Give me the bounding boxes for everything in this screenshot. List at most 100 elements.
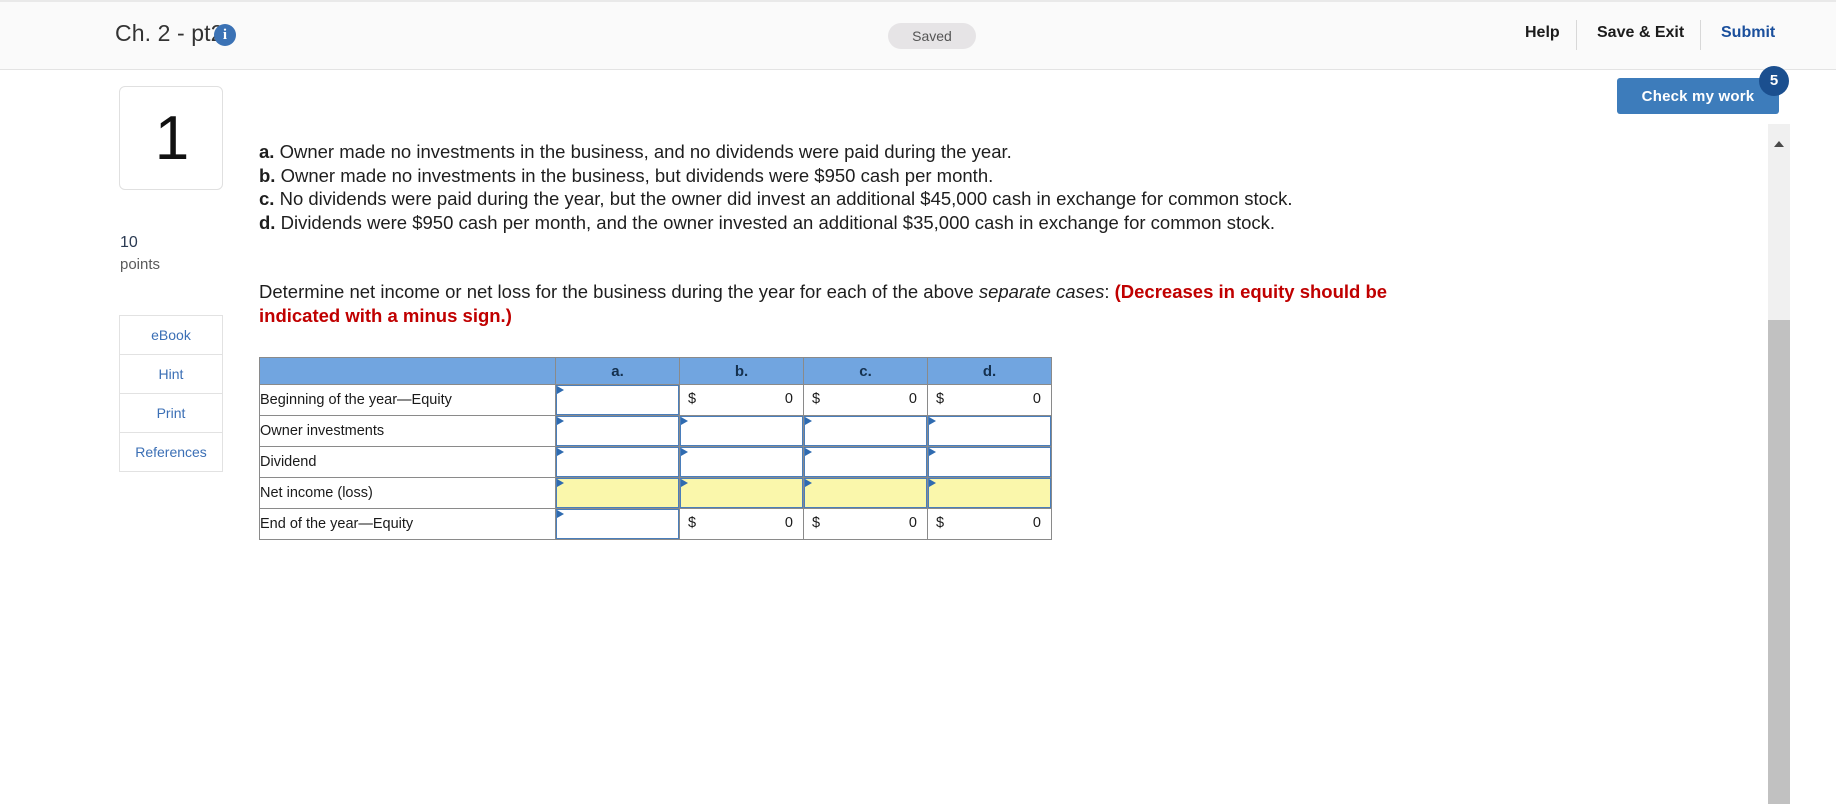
amount-input[interactable] <box>689 479 800 507</box>
case-item: c. No dividends were paid during the yea… <box>259 187 1489 211</box>
amount-input-cell <box>927 477 1052 509</box>
amount-input[interactable] <box>565 386 676 414</box>
amount-static-cell: $0 <box>927 384 1052 416</box>
save-and-exit-link[interactable]: Save & Exit <box>1597 24 1684 42</box>
table-header-row: a. b. c. d. <box>259 357 1052 385</box>
highlighted-input-box[interactable] <box>680 478 803 508</box>
amount-input[interactable] <box>689 417 800 445</box>
input-box[interactable] <box>556 447 679 477</box>
submit-link[interactable]: Submit <box>1721 24 1775 42</box>
amount-value-group: $0 <box>680 385 803 415</box>
check-my-work-button[interactable]: Check my work <box>1617 78 1779 114</box>
hint-button[interactable]: Hint <box>120 355 222 394</box>
column-header-blank <box>259 357 556 385</box>
references-button[interactable]: References <box>120 433 222 471</box>
input-box[interactable] <box>680 447 803 477</box>
amount-input[interactable] <box>813 479 924 507</box>
amount-input[interactable] <box>689 448 800 476</box>
cell-marker-icon <box>929 448 936 456</box>
amount-input-cell <box>803 477 928 509</box>
amount-input-cell <box>803 446 928 478</box>
input-box[interactable] <box>556 416 679 446</box>
amount-static-cell: $0 <box>803 384 928 416</box>
info-icon[interactable]: i <box>214 24 236 46</box>
amount-input[interactable] <box>813 448 924 476</box>
table-row: Beginning of the year—Equity $0 $0 $0 <box>259 384 1052 416</box>
requirement-emphasis: separate cases <box>978 281 1105 302</box>
amount-static-cell: $0 <box>679 508 804 540</box>
cell-marker-icon <box>805 479 812 487</box>
column-header-b: b. <box>679 357 804 385</box>
assignment-title: Ch. 2 - pt2 <box>115 20 224 46</box>
amount-static-cell: $0 <box>803 508 928 540</box>
amount-value-group: $0 <box>680 509 803 539</box>
question-number: 1 <box>154 104 190 173</box>
requirement-colon: : <box>1104 281 1115 302</box>
case-text: Owner made no investments in the busines… <box>279 141 1012 162</box>
input-box[interactable] <box>556 509 679 539</box>
case-item: a. Owner made no investments in the busi… <box>259 140 1489 164</box>
amount-input-cell <box>555 477 680 509</box>
input-box[interactable] <box>680 416 803 446</box>
input-box[interactable] <box>928 416 1051 446</box>
cell-marker-icon <box>681 417 688 425</box>
case-letter: b. <box>259 164 276 186</box>
currency-symbol: $ <box>812 515 821 531</box>
highlighted-input-box[interactable] <box>928 478 1051 508</box>
check-my-work-group: Check my work 5 <box>1617 66 1789 114</box>
cell-marker-icon <box>681 479 688 487</box>
column-header-c: c. <box>803 357 928 385</box>
points-label: points <box>120 256 161 273</box>
currency-symbol: $ <box>812 391 821 407</box>
header-top-rule <box>0 0 1836 2</box>
vertical-scrollbar-thumb[interactable] <box>1768 320 1790 804</box>
amount-input[interactable] <box>565 510 676 538</box>
amount-input[interactable] <box>937 448 1048 476</box>
input-box[interactable] <box>804 416 927 446</box>
cell-marker-icon <box>557 448 564 456</box>
amount-input-cell <box>927 415 1052 447</box>
resource-button-group: eBook Hint Print References <box>119 315 223 472</box>
highlighted-input-box[interactable] <box>556 478 679 508</box>
amount-input[interactable] <box>937 479 1048 507</box>
amount-input[interactable] <box>565 479 676 507</box>
question-case-list: a. Owner made no investments in the busi… <box>259 140 1489 234</box>
help-link[interactable]: Help <box>1525 24 1560 42</box>
amount-input-cell <box>679 415 804 447</box>
input-box[interactable] <box>804 447 927 477</box>
amount-input-cell <box>679 477 804 509</box>
ebook-button[interactable]: eBook <box>120 316 222 355</box>
input-box[interactable] <box>556 385 679 415</box>
amount-static-cell: $0 <box>927 508 1052 540</box>
amount-input[interactable] <box>565 417 676 445</box>
save-status-badge: Saved <box>888 23 976 49</box>
table-body: Beginning of the year—Equity $0 $0 $0 Owner … <box>259 384 1052 540</box>
cell-marker-icon <box>557 510 564 518</box>
table-row: End of the year—Equity $0 $0 $0 <box>259 508 1052 540</box>
case-letter: a. <box>259 141 275 162</box>
amount-input[interactable] <box>937 417 1048 445</box>
amount-input[interactable] <box>813 417 924 445</box>
amount-value-group: $0 <box>928 385 1051 415</box>
amount-value-group: $0 <box>804 385 927 415</box>
cell-marker-icon <box>557 479 564 487</box>
row-label: Owner investments <box>259 415 556 447</box>
cell-marker-icon <box>929 417 936 425</box>
cell-marker-icon <box>805 448 812 456</box>
amount-value: 0 <box>1032 515 1041 531</box>
amount-input[interactable] <box>565 448 676 476</box>
row-label: Dividend <box>259 446 556 478</box>
requirement-lead: Determine net income or net loss for the… <box>259 281 979 302</box>
cell-marker-icon <box>557 417 564 425</box>
case-letter: c. <box>259 188 275 209</box>
top-header-bar: Ch. 2 - pt2 i Saved Help Save & Exit Sub… <box>0 0 1836 70</box>
input-box[interactable] <box>928 447 1051 477</box>
print-button[interactable]: Print <box>120 394 222 433</box>
amount-input-cell <box>555 508 680 540</box>
amount-input-cell <box>679 446 804 478</box>
highlighted-input-box[interactable] <box>804 478 927 508</box>
table-row: Net income (loss) <box>259 477 1052 509</box>
currency-symbol: $ <box>936 515 945 531</box>
case-text: Dividends were $950 cash per month, and … <box>280 211 1276 233</box>
scroll-up-arrow-icon[interactable] <box>1774 141 1784 147</box>
